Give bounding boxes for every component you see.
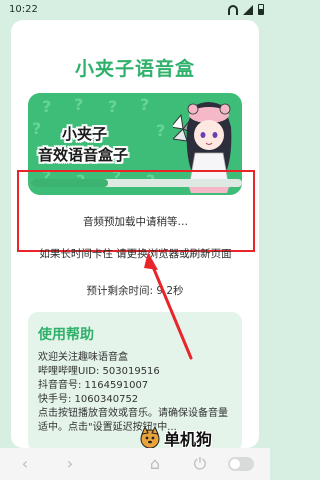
help-line: 欢迎关注趣味语音盒 — [38, 352, 128, 363]
question-mark-decoration: ? — [108, 97, 118, 116]
help-line: 抖音音号: 1164591007 — [38, 380, 149, 391]
home-icon[interactable]: ⌂ — [145, 454, 165, 474]
banner-title-line1: 小夹子 — [62, 125, 108, 143]
progress-bar — [30, 179, 242, 187]
watermark: 单机狗 — [138, 426, 212, 450]
progress-fill — [30, 179, 109, 187]
signal-icon — [243, 4, 253, 15]
main-card: 小夹子语音盒 ? ? ? ? ? ? ? ? ? ? 小夹子 音效语音盒子 — [11, 20, 259, 448]
wifi-icon — [228, 4, 238, 15]
status-time: 10:22 — [9, 4, 38, 15]
toggle-switch[interactable] — [228, 457, 254, 471]
question-mark-decoration: ? — [32, 119, 42, 138]
question-mark-decoration: ? — [156, 121, 166, 140]
help-line: 哔哩哔哩UID: 503019516 — [38, 366, 160, 377]
forward-icon[interactable]: › — [60, 454, 80, 474]
question-mark-decoration: ? — [140, 95, 150, 114]
help-line: 快手号: 1060340752 — [38, 394, 139, 405]
status-bar: 10:22 — [0, 0, 270, 20]
battery-icon — [258, 4, 264, 15]
question-mark-decoration: ? — [42, 97, 52, 116]
back-icon[interactable]: ‹ — [15, 454, 35, 474]
status-icons — [228, 4, 264, 15]
remaining-time: 预计剩余时间: 9.2秒 — [86, 285, 184, 297]
dog-logo-icon — [140, 426, 160, 449]
banner-title-line2: 音效语音盒子 — [38, 146, 129, 164]
help-list: 欢迎关注趣味语音盒 哔哩哔哩UID: 503019516 抖音音号: 11645… — [38, 351, 238, 435]
power-icon[interactable]: ⏻ — [190, 454, 210, 474]
watermark-text: 单机狗 — [164, 430, 213, 449]
help-title: 使用帮助 — [38, 327, 94, 343]
question-mark-decoration: ? — [74, 95, 84, 114]
browser-navbar: ‹ › ⌂ ⏻ — [0, 448, 270, 480]
stuck-hint: 如果长时间卡住 请更换浏览器或刷新页面 — [39, 248, 232, 260]
help-line: 点击按钮播放音效或音乐。请确保设备音量 — [38, 408, 228, 419]
loading-panel-highlight: 音频预加载中请稍等… 如果长时间卡住 请更换浏览器或刷新页面 — [17, 170, 255, 260]
app-title: 小夹子语音盒 — [74, 58, 195, 80]
loading-message: 音频预加载中请稍等… — [83, 216, 188, 228]
